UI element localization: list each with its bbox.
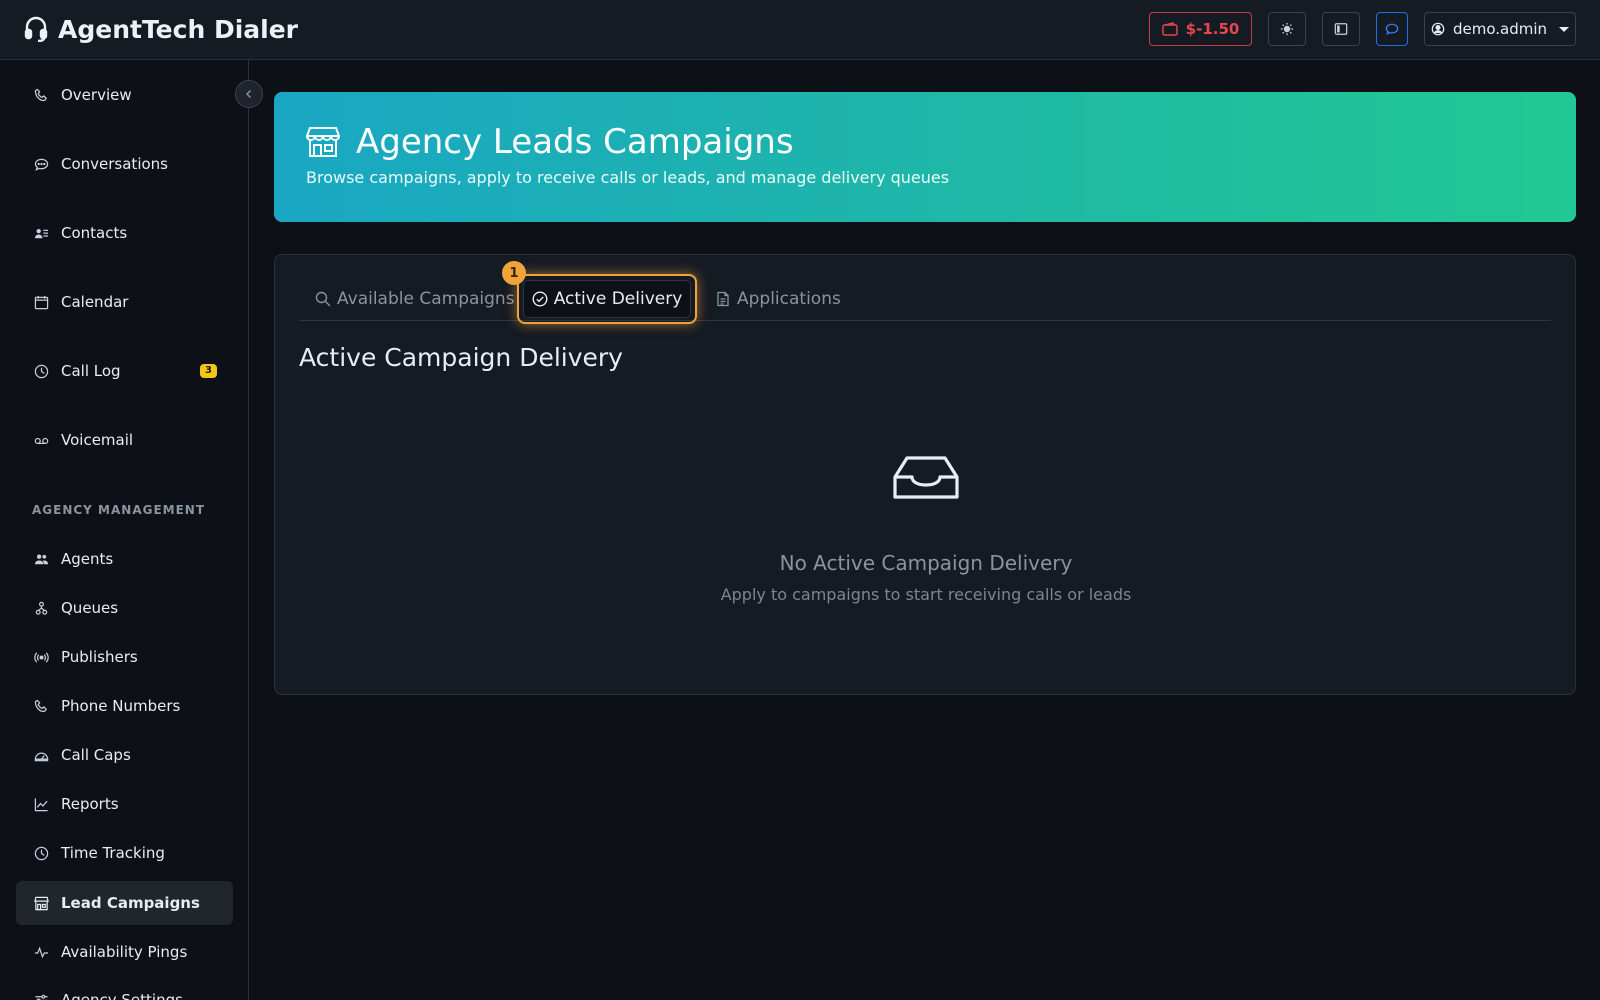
gauge-icon <box>34 752 49 761</box>
chat-icon <box>34 158 49 171</box>
section-heading: Active Campaign Delivery <box>299 343 623 372</box>
sidebar-item-contacts[interactable]: Contacts <box>16 211 233 255</box>
wallet-icon <box>1161 22 1178 36</box>
chart-line-icon <box>34 797 48 811</box>
page-subtitle: Browse campaigns, apply to receive calls… <box>306 168 950 187</box>
sidebar-item-label: Agents <box>61 550 114 568</box>
sidebar-item-label: Reports <box>61 795 119 813</box>
tab-label: Available Campaigns <box>337 289 515 309</box>
voicemail-icon <box>34 437 49 444</box>
search-icon <box>315 291 331 307</box>
sidebar-item-overview[interactable]: Overview <box>16 73 233 117</box>
headset-icon <box>24 16 48 42</box>
people-icon <box>34 554 49 564</box>
sidebar-item-calendar[interactable]: Calendar <box>16 280 233 324</box>
theme-toggle-button[interactable] <box>1268 12 1306 46</box>
inbox-icon <box>893 456 959 499</box>
clock-icon <box>34 364 49 378</box>
queue-icon <box>35 601 48 615</box>
sidebar-item-agency-settings[interactable]: Agency Settings <box>16 978 233 1000</box>
calendar-icon <box>34 295 49 309</box>
page-hero-banner: Agency Leads Campaigns Browse campaigns,… <box>274 92 1576 222</box>
shop-icon <box>306 127 340 157</box>
sidebar-item-label: Call Log <box>61 362 121 380</box>
contacts-icon <box>34 228 49 238</box>
page-title: Agency Leads Campaigns <box>306 122 794 162</box>
sidebar-item-label: Availability Pings <box>61 943 188 961</box>
user-name: demo.admin <box>1452 20 1548 38</box>
sidebar-item-label: Overview <box>61 86 132 104</box>
broadcast-icon <box>34 651 49 663</box>
phone-icon <box>34 88 47 101</box>
sidebar-item-reports[interactable]: Reports <box>16 782 233 826</box>
chat-button[interactable] <box>1376 12 1408 46</box>
sidebar-item-label: Conversations <box>61 155 168 173</box>
tabs-divider <box>299 320 1551 321</box>
shop-icon <box>34 896 49 910</box>
tab-available-campaigns[interactable]: Available Campaigns <box>315 279 515 319</box>
sidebar-section-title: AGENCY MANAGEMENT <box>32 503 206 517</box>
user-menu-button[interactable]: demo.admin <box>1424 12 1576 46</box>
sidebar-item-label: Lead Campaigns <box>61 894 200 912</box>
chevron-down-icon <box>1559 26 1570 32</box>
tab-label: Applications <box>737 289 841 309</box>
app-brand[interactable]: AgentTech Dialer <box>24 12 298 46</box>
sidebar-item-label: Voicemail <box>61 431 134 449</box>
layout-toggle-button[interactable] <box>1322 12 1360 46</box>
document-icon <box>717 291 729 307</box>
sidebar-item-phone-numbers[interactable]: Phone Numbers <box>16 684 233 728</box>
wallet-balance-button[interactable]: $-1.50 <box>1149 12 1252 46</box>
top-bar: AgentTech Dialer $-1.50 demo.admin <box>0 0 1600 60</box>
sun-icon <box>1280 22 1294 36</box>
app-title: AgentTech Dialer <box>58 14 299 44</box>
pulse-icon <box>34 946 49 958</box>
sidebar-item-label: Contacts <box>61 224 128 242</box>
sidebar-item-label: Time Tracking <box>61 844 165 862</box>
call-log-badge: 3 <box>200 364 217 378</box>
sidebar-item-label: Calendar <box>61 293 129 311</box>
sidebar-item-label: Queues <box>61 599 119 617</box>
sidebar: Overview Conversations Contacts Calendar… <box>0 60 249 1000</box>
chat-icon <box>1385 23 1399 35</box>
sidebar-item-label: Agency Settings <box>61 991 183 1000</box>
sidebar-item-label: Call Caps <box>61 746 131 764</box>
user-circle-icon <box>1431 22 1445 36</box>
tab-applications[interactable]: Applications <box>715 279 841 319</box>
sidebar-item-lead-campaigns[interactable]: Lead Campaigns <box>16 881 233 925</box>
sidebar-item-label: Phone Numbers <box>61 697 181 715</box>
chevron-left-icon <box>246 90 251 98</box>
tab-active-delivery-inner: Active Delivery <box>523 280 691 318</box>
sidebar-item-time-tracking[interactable]: Time Tracking <box>16 831 233 875</box>
step-badge: 1 <box>502 261 526 285</box>
check-circle-icon <box>532 291 548 307</box>
sidebar-item-conversations[interactable]: Conversations <box>16 142 233 186</box>
sidebar-collapse-button[interactable] <box>235 80 263 108</box>
sidebar-item-call-caps[interactable]: Call Caps <box>16 733 233 777</box>
sidebar-item-agents[interactable]: Agents <box>16 537 233 581</box>
sidebar-item-voicemail[interactable]: Voicemail <box>16 418 233 462</box>
sidebar-item-queues[interactable]: Queues <box>16 586 233 630</box>
sidebar-item-label: Publishers <box>61 648 138 666</box>
wallet-balance: $-1.50 <box>1185 20 1240 38</box>
sliders-icon <box>35 994 48 1000</box>
tab-active-delivery[interactable]: Active Delivery <box>517 274 697 324</box>
sidebar-item-call-log[interactable]: Call Log 3 <box>16 349 233 393</box>
empty-state-subtitle: Apply to campaigns to start receiving ca… <box>720 585 1132 604</box>
phone-icon <box>34 699 47 712</box>
tab-label: Active Delivery <box>553 289 683 309</box>
sidebar-item-publishers[interactable]: Publishers <box>16 635 233 679</box>
campaigns-card: Available Campaigns 1 Active Delivery Ap… <box>274 254 1576 695</box>
empty-state-title: No Active Campaign Delivery <box>779 551 1073 575</box>
layout-sidebar-icon <box>1334 23 1348 35</box>
clock-icon <box>34 846 49 860</box>
sidebar-item-availability-pings[interactable]: Availability Pings <box>16 930 233 974</box>
page-title-text: Agency Leads Campaigns <box>356 122 794 162</box>
